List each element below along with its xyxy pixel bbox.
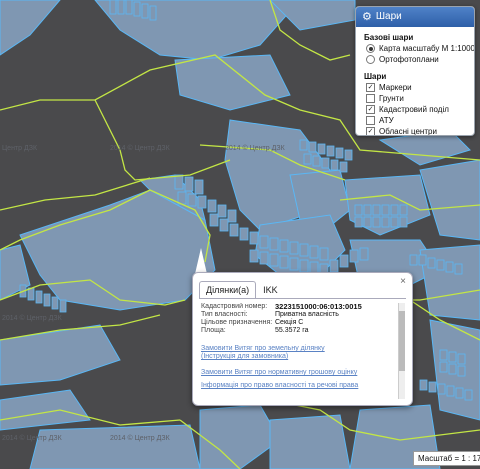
scale-indicator: Масштаб = 1 : 17K bbox=[413, 451, 480, 466]
popup-pointer bbox=[195, 248, 207, 274]
layer-label: Маркери bbox=[379, 83, 412, 92]
ownership-info-link[interactable]: Інформація про право власності та речові… bbox=[201, 382, 397, 389]
gear-icon: ⚙ bbox=[362, 11, 372, 23]
layers-title: Шари bbox=[364, 72, 387, 81]
cadastral-number-value: 3223151000:06:013:0015 bbox=[275, 303, 362, 311]
checkbox[interactable] bbox=[366, 94, 375, 103]
tab-parcels[interactable]: Ділянки(а) bbox=[199, 281, 257, 298]
svg-text:2014 © Центр ДЗК: 2014 © Центр ДЗК bbox=[110, 434, 171, 442]
layer-option-cadastral[interactable]: ✓ Кадастровий поділ bbox=[364, 104, 468, 115]
field-cadastral-number: Кадастровий номер: 3223151000:06:013:001… bbox=[201, 303, 362, 311]
parcel-info-popup: × Ділянки(а) IKK Кадастровий номер: 3223… bbox=[192, 272, 413, 406]
base-layers-title: Базові шари bbox=[364, 33, 414, 42]
layer-option-atu[interactable]: АТУ bbox=[364, 115, 468, 126]
layer-label: АТУ bbox=[379, 116, 394, 125]
layer-option-markers[interactable]: ✓ Маркери bbox=[364, 82, 468, 93]
instruction-link[interactable]: (Інструкція для замовника) bbox=[201, 353, 397, 361]
tab-ikk[interactable]: IKK bbox=[256, 281, 285, 298]
close-icon[interactable]: × bbox=[400, 277, 406, 287]
popup-scrollbar[interactable] bbox=[398, 303, 405, 399]
checkbox[interactable] bbox=[366, 116, 375, 125]
radio-button[interactable] bbox=[366, 44, 375, 53]
layer-option-regional-centers[interactable]: ✓ Обласні центри bbox=[364, 126, 468, 136]
order-land-extract-link[interactable]: Замовити Витяг про земельну ділянку bbox=[201, 345, 397, 353]
order-valuation-extract-link[interactable]: Замовити Витяг про нормативну грошову оц… bbox=[201, 369, 397, 376]
field-ownership-type: Тип власності: Приватна власність bbox=[201, 311, 339, 318]
base-layer-label: Ортофотоплани bbox=[379, 55, 439, 64]
field-area: Площа: 55.3572 га bbox=[201, 327, 309, 334]
svg-text:2014 © Центр ДЗК: 2014 © Центр ДЗК bbox=[2, 434, 63, 442]
base-layer-option-ortho[interactable]: Ортофотоплани bbox=[364, 54, 468, 65]
base-layer-option-map[interactable]: Карта масштабу М 1:100000 bbox=[364, 43, 474, 54]
layer-label: Обласні центри bbox=[379, 127, 437, 136]
layers-panel: ⚙ Шари Базові шари Карта масштабу М 1:10… bbox=[355, 6, 475, 136]
popup-content: Кадастровий номер: 3223151000:06:013:001… bbox=[201, 303, 397, 399]
checkbox[interactable]: ✓ bbox=[366, 83, 375, 92]
svg-text:2014 © Центр ДЗК: 2014 © Центр ДЗК bbox=[2, 314, 63, 322]
svg-text:2014 © Центр ДЗК: 2014 © Центр ДЗК bbox=[110, 144, 171, 152]
layers-panel-title: Шари bbox=[375, 11, 402, 22]
checkbox[interactable]: ✓ bbox=[366, 127, 375, 135]
field-purpose: Цільове призначення: Секція С bbox=[201, 319, 304, 326]
base-layer-label: Карта масштабу М 1:100000 bbox=[379, 44, 475, 53]
svg-text:2014 © Центр ДЗК: 2014 © Центр ДЗК bbox=[225, 144, 286, 152]
svg-text:Центр ДЗК: Центр ДЗК bbox=[2, 145, 38, 152]
layer-label: Грунти bbox=[379, 94, 404, 103]
layers-panel-header[interactable]: ⚙ Шари bbox=[356, 7, 474, 27]
checkbox[interactable]: ✓ bbox=[366, 105, 375, 114]
layer-option-soils[interactable]: Грунти bbox=[364, 93, 468, 104]
layer-label: Кадастровий поділ bbox=[379, 105, 449, 114]
radio-button[interactable] bbox=[366, 55, 375, 64]
